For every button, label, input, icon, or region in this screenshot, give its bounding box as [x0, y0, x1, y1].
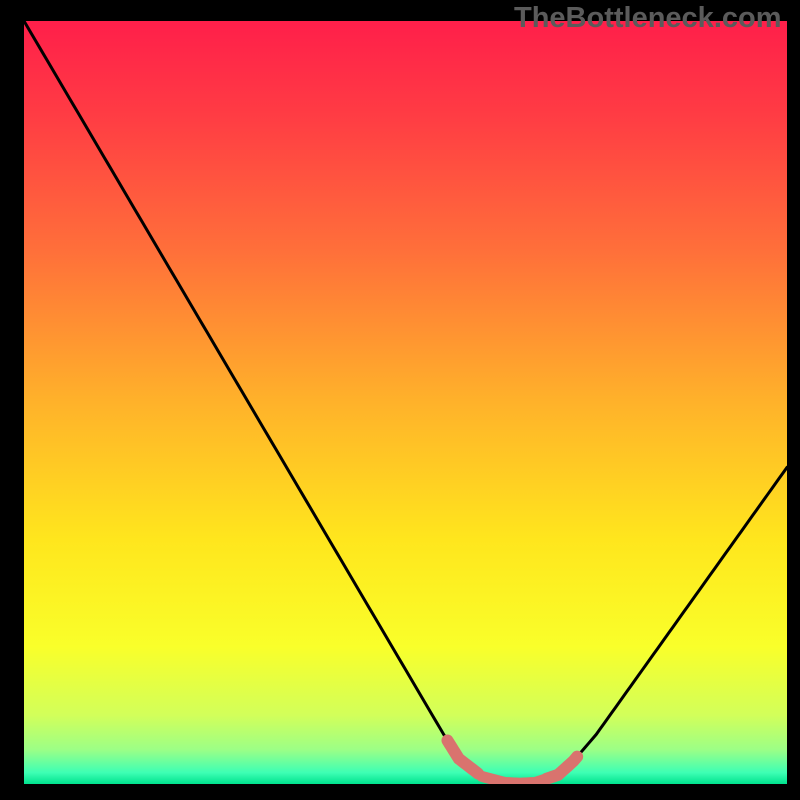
plot-area [24, 21, 787, 784]
plot-svg [24, 21, 787, 784]
watermark-text: TheBottleneck.com [514, 2, 782, 35]
chart-frame: TheBottleneck.com [0, 0, 800, 800]
